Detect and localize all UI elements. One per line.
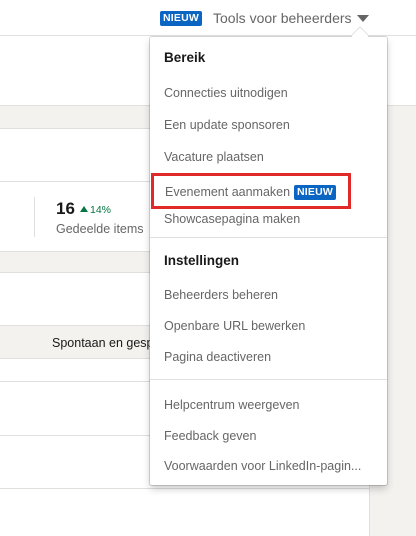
menu-divider: [150, 237, 387, 238]
stat-trend: 14%: [80, 204, 111, 216]
caret-down-icon[interactable]: [357, 15, 369, 22]
admin-tools-dropdown[interactable]: Tools voor beheerders: [213, 10, 352, 26]
section-heading-settings: Instellingen: [164, 253, 240, 268]
new-badge: NIEUW: [160, 11, 202, 26]
menu-item-manage-admins[interactable]: Beheerders beheren: [164, 288, 278, 302]
arrow-up-icon: [80, 206, 88, 212]
top-bar: NIEUW Tools voor beheerders: [0, 0, 416, 36]
stat-trend-value: 14%: [90, 204, 112, 216]
stat-label: Gedeelde items: [56, 222, 144, 236]
menu-item-give-feedback[interactable]: Feedback geven: [164, 429, 256, 443]
column-header[interactable]: Spontaan en gesp: [52, 336, 153, 350]
table-row: [0, 488, 370, 489]
menu-item-create-showcase-page[interactable]: Showcasepagina maken: [164, 212, 300, 226]
menu-item-create-event[interactable]: Evenement aanmaken: [165, 185, 290, 199]
stat-value: 16: [56, 199, 75, 218]
new-badge: NIEUW: [294, 185, 336, 200]
divider: [34, 197, 35, 237]
menu-item-post-job[interactable]: Vacature plaatsen: [164, 150, 264, 164]
menu-item-edit-public-url[interactable]: Openbare URL bewerken: [164, 319, 305, 333]
menu-item-page-terms[interactable]: Voorwaarden voor LinkedIn-pagin...: [164, 459, 361, 473]
menu-item-sponsor-update[interactable]: Een update sponsoren: [164, 118, 290, 132]
menu-item-deactivate-page[interactable]: Pagina deactiveren: [164, 350, 271, 364]
admin-tools-menu: Bereik Connecties uitnodigen Een update …: [150, 27, 387, 485]
menu-divider: [150, 379, 387, 380]
section-heading-reach: Bereik: [164, 50, 206, 65]
menu-item-help-center[interactable]: Helpcentrum weergeven: [164, 398, 300, 412]
menu-item-invite-connections[interactable]: Connecties uitnodigen: [164, 86, 288, 100]
highlight-box: Evenement aanmaken NIEUW: [151, 173, 351, 209]
